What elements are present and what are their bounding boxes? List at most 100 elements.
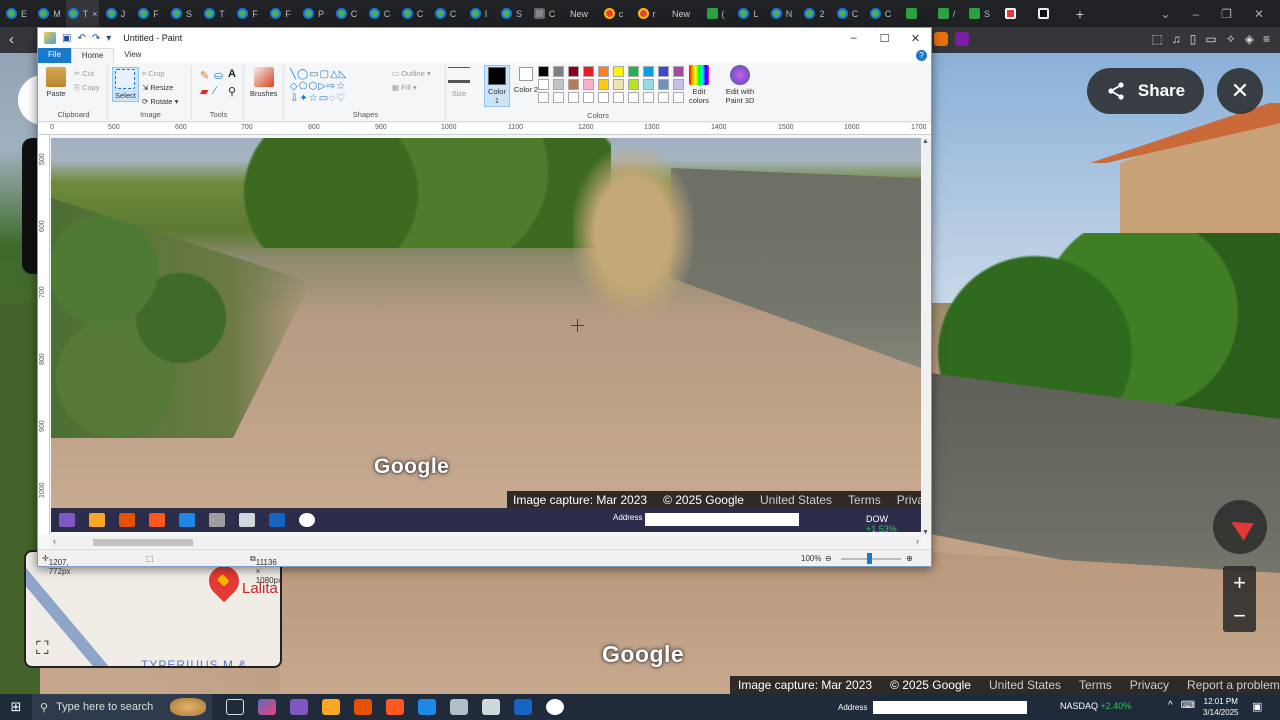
scroll-down-icon[interactable]: ▼ — [922, 529, 929, 536]
app-icon[interactable] — [482, 699, 500, 715]
help-icon[interactable]: ? — [916, 50, 927, 61]
browser-tab[interactable]: C — [429, 0, 462, 27]
browser-tab[interactable]: T — [198, 0, 231, 27]
zoom-out-button[interactable]: − — [1223, 599, 1256, 632]
palette-swatch[interactable] — [538, 66, 549, 77]
palette-swatch[interactable] — [538, 79, 549, 90]
rewards-icon[interactable] — [955, 32, 969, 46]
save-icon[interactable]: ▣ — [62, 33, 71, 44]
palette-swatch[interactable] — [628, 79, 639, 90]
color2-button[interactable]: Color 2 — [513, 65, 539, 94]
scroll-left-icon[interactable]: ‹ — [53, 536, 56, 546]
rotate-button[interactable]: ⟳ Rotate ▾ — [142, 97, 178, 106]
browser-tab[interactable]: C — [528, 0, 561, 27]
new-tab-tab[interactable]: New — [663, 9, 699, 19]
leo-icon[interactable]: ✧ — [1226, 32, 1236, 46]
chevron-up-icon[interactable]: ^ — [1168, 700, 1173, 711]
palette-swatch[interactable] — [643, 66, 654, 77]
palette-swatch[interactable] — [598, 92, 609, 103]
select-button[interactable]: Select — [112, 67, 139, 102]
horizontal-scrollbar[interactable]: ‹ › — [51, 536, 921, 548]
palette-swatch[interactable] — [583, 92, 594, 103]
country-link[interactable]: United States — [989, 678, 1061, 692]
maximize-icon[interactable]: ☐ — [869, 32, 900, 45]
palette-swatch[interactable] — [613, 79, 624, 90]
paint3d-button[interactable]: Edit with Paint 3D — [722, 65, 758, 105]
browser-tab[interactable]: F — [132, 0, 165, 27]
browser-tab[interactable]: F — [231, 0, 264, 27]
expand-icon[interactable]: ⛶ — [36, 638, 58, 660]
taskbar-search[interactable]: ⚲ Type here to search — [32, 694, 212, 720]
share-button[interactable]: Share — [1087, 68, 1204, 114]
minimize-icon[interactable]: – — [838, 32, 869, 45]
outline-button[interactable]: ▭ Outline ▾ — [392, 69, 431, 78]
close-icon[interactable]: ✕ — [900, 32, 931, 45]
zoom-out-icon[interactable]: ⊖ — [825, 554, 832, 563]
report-problem-link[interactable]: Report a problem — [1187, 678, 1280, 692]
file-explorer-icon[interactable] — [322, 699, 340, 715]
palette-swatch[interactable] — [628, 92, 639, 103]
palette-swatch[interactable] — [568, 92, 579, 103]
palette-swatch[interactable] — [658, 92, 669, 103]
minimize-icon[interactable]: – — [1192, 7, 1199, 21]
zoom-slider-thumb[interactable] — [867, 553, 872, 564]
app-icon[interactable] — [418, 699, 436, 715]
edit-colors-button[interactable]: Edit colors — [686, 65, 712, 105]
browser-tab[interactable]: C — [864, 0, 897, 27]
browser-tab[interactable]: E — [0, 0, 33, 27]
browser-tab[interactable]: C — [363, 0, 396, 27]
browser-tab[interactable]: F — [264, 0, 297, 27]
terms-link[interactable]: Terms — [1079, 678, 1112, 692]
undo-icon[interactable]: ↶ — [77, 33, 85, 44]
size-button[interactable]: Size — [448, 67, 470, 98]
music-icon[interactable]: ♫ — [1172, 32, 1181, 46]
palette-swatch[interactable] — [658, 79, 669, 90]
paste-button[interactable]: Paste — [46, 67, 66, 98]
palette-swatch[interactable] — [583, 66, 594, 77]
app-icon[interactable] — [354, 699, 372, 715]
scroll-right-icon[interactable]: › — [916, 536, 919, 546]
browser-tab[interactable]: M — [33, 0, 66, 27]
browser-tab[interactable]: r — [630, 0, 663, 27]
palette-swatch[interactable] — [613, 92, 624, 103]
palette-swatch[interactable] — [658, 66, 669, 77]
paint-icon[interactable] — [450, 699, 468, 715]
compass-control[interactable] — [1213, 500, 1267, 554]
brave-shield-icon[interactable] — [934, 32, 948, 46]
palette-swatch[interactable] — [598, 66, 609, 77]
fill-icon[interactable]: ⛀ — [214, 69, 223, 82]
shapes-gallery[interactable]: ╲◯▭▢△◺ ◇⬠⬡▷⇨☆ ⇩✦☆▭◌♡ — [290, 69, 386, 105]
scroll-thumb[interactable] — [93, 539, 193, 546]
tab-home[interactable]: Home — [70, 48, 115, 63]
palette-swatch[interactable] — [673, 66, 684, 77]
browser-tab[interactable] — [1029, 0, 1062, 27]
wallet-icon[interactable]: ▭ — [1205, 32, 1216, 46]
clock[interactable]: 12:01 PM 3/14/2025 — [1203, 696, 1239, 718]
color-picker-icon[interactable]: ⁄ — [214, 85, 216, 97]
browser-tab[interactable]: ( — [699, 0, 732, 27]
resize-button[interactable]: ⇲ Resize — [142, 83, 173, 92]
new-tab-button[interactable]: + — [1062, 6, 1098, 22]
tab-close-icon[interactable]: × — [92, 9, 97, 19]
browser-tab[interactable]: P — [297, 0, 330, 27]
crop-button[interactable]: ⌗ Crop — [142, 69, 165, 79]
palette-swatch[interactable] — [643, 92, 654, 103]
palette-swatch[interactable] — [553, 92, 564, 103]
back-arrow-icon[interactable]: ‹ — [9, 31, 14, 48]
notifications-icon[interactable]: ▣ — [1252, 700, 1262, 713]
app-icon[interactable] — [290, 699, 308, 715]
magnifier-icon[interactable]: ⚲ — [228, 85, 236, 98]
palette-swatch[interactable] — [598, 79, 609, 90]
browser-tab[interactable] — [996, 0, 1029, 27]
keyboard-icon[interactable]: ⌨ — [1181, 700, 1195, 711]
eraser-icon[interactable]: ▰ — [200, 85, 208, 98]
text-icon[interactable]: A — [228, 68, 236, 80]
paint-canvas[interactable]: Google Image capture: Mar 2023 © 2025 Go… — [51, 138, 921, 508]
menu-icon[interactable]: ≡ — [1263, 32, 1270, 46]
palette-swatch[interactable] — [553, 79, 564, 90]
palette-swatch[interactable] — [553, 66, 564, 77]
zoom-in-button[interactable]: + — [1223, 566, 1256, 599]
copy-button[interactable]: ⎘ Copy — [74, 83, 100, 93]
palette-swatch[interactable] — [583, 79, 594, 90]
palette-swatch[interactable] — [613, 66, 624, 77]
